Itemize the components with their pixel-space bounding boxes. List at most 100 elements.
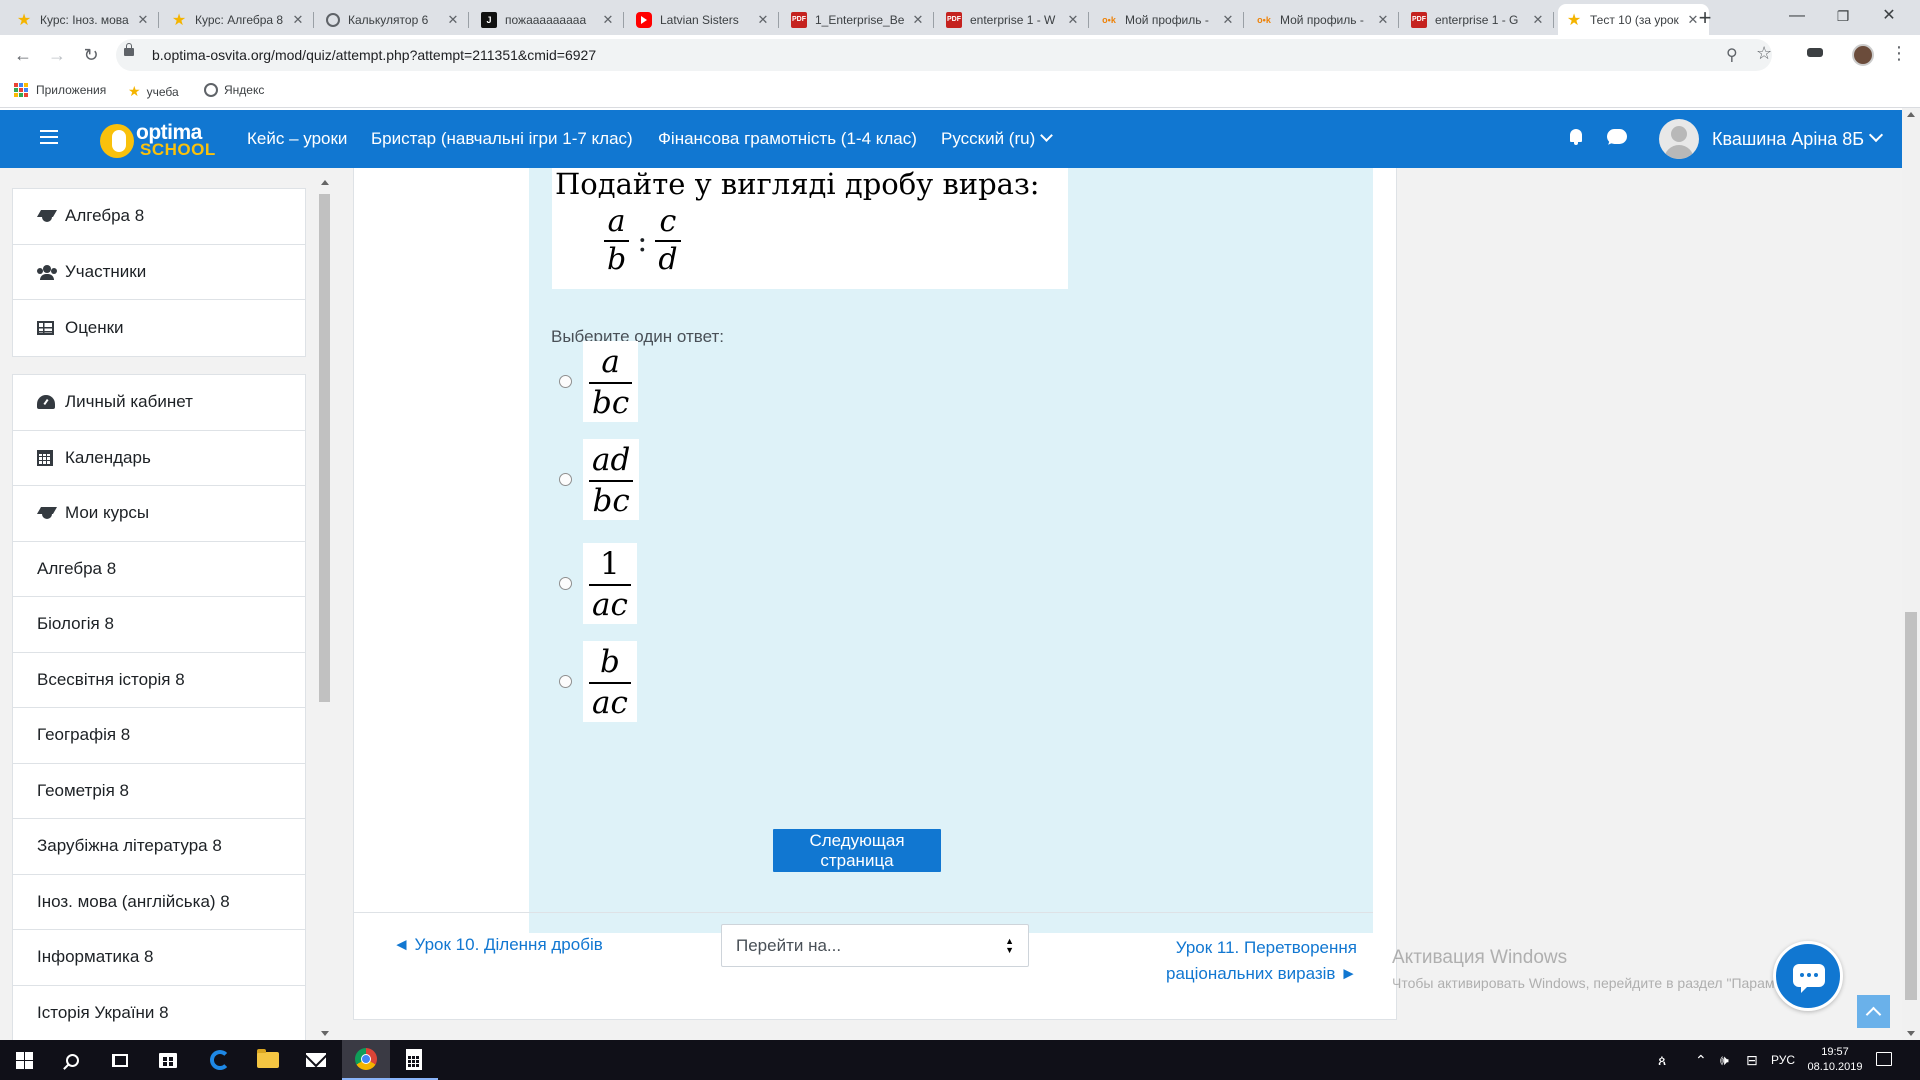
drawer-scrollbar[interactable] (318, 178, 330, 1040)
answer-option-2[interactable]: ad bc (551, 439, 640, 520)
drawer-item-algebra8-course[interactable]: Алгебра 8 (13, 189, 305, 245)
windows-start-icon[interactable] (0, 1040, 48, 1080)
address-bar[interactable]: b.optima-osvita.org/mod/quiz/attempt.php… (116, 39, 1772, 71)
answer-option-4[interactable]: b ac (551, 641, 637, 722)
answer-radio[interactable] (559, 375, 572, 388)
scroll-up-arrow-icon[interactable] (321, 180, 329, 185)
drawer-item-participants[interactable]: Участники (13, 245, 305, 300)
language-menu[interactable]: Русский ‎(ru)‎ (941, 129, 1054, 149)
answer-fraction[interactable]: a bc (583, 341, 639, 422)
drawer-course-geography8[interactable]: Географія 8 (13, 708, 305, 764)
answer-fraction[interactable]: ad bc (583, 439, 640, 520)
answer-radio[interactable] (559, 473, 572, 486)
close-window-button[interactable]: ✕ (1866, 3, 1912, 29)
answer-fraction[interactable]: 1 ac (583, 543, 637, 624)
new-tab-button[interactable]: + (1693, 5, 1717, 31)
search-icon[interactable] (48, 1040, 96, 1080)
browser-tab-3[interactable]: Калькулятор 6 ✕ (318, 4, 469, 35)
drawer-scrollbar-thumb[interactable] (319, 194, 330, 702)
tab-close-icon[interactable]: ✕ (445, 12, 461, 28)
back-to-top-button[interactable] (1857, 995, 1890, 1028)
drawer-item-calendar[interactable]: Календарь (13, 431, 305, 486)
previous-activity-link[interactable]: ◄ Урок 10. Ділення дробів (393, 935, 603, 955)
drawer-course-world-history8[interactable]: Всесвітня історія 8 (13, 653, 305, 708)
bookmark-star-icon[interactable]: ☆ (1756, 43, 1772, 64)
scroll-down-arrow-icon[interactable] (1907, 1031, 1915, 1036)
drawer-item-dashboard[interactable]: Личный кабинет (13, 375, 305, 431)
drawer-course-english8[interactable]: Іноз. мова (англійська) 8 (13, 875, 305, 930)
nav-link-financial-literacy[interactable]: Фінансова грамотність (1-4 клас) (658, 129, 917, 149)
answer-fraction[interactable]: b ac (583, 641, 637, 722)
browser-tab-1[interactable]: ★ Курс: Іноз. мова ✕ (8, 4, 159, 35)
input-language[interactable]: РУС (1771, 1040, 1795, 1080)
next-activity-link-line2[interactable]: раціональних виразів ► (1140, 961, 1357, 987)
page-scrollbar-thumb[interactable] (1905, 612, 1917, 1000)
drawer-course-history-ukraine8[interactable]: Історія України 8 (13, 986, 305, 1041)
tab-close-icon[interactable]: ✕ (600, 12, 616, 28)
nav-link-keys-uroky[interactable]: Кейс – уроки (247, 129, 347, 149)
drawer-item-my-courses[interactable]: Мои курсы (13, 486, 305, 542)
bookmark-ucheba[interactable]: ★ учеба (128, 83, 179, 100)
drawer-course-algebra8[interactable]: Алгебра 8 (13, 542, 305, 597)
tab-close-icon[interactable]: ✕ (1530, 12, 1546, 28)
messages-chat-icon[interactable] (1607, 129, 1627, 144)
browser-tab-9[interactable]: o•k Мой профиль - ✕ (1248, 4, 1399, 35)
reload-button[interactable]: ↻ (78, 42, 104, 68)
scroll-up-arrow-icon[interactable] (1907, 112, 1915, 117)
user-avatar[interactable] (1659, 119, 1699, 159)
browser-tab-2[interactable]: ★ Курс: Алгебра 8 ✕ (163, 4, 314, 35)
tab-close-icon[interactable]: ✕ (1065, 12, 1081, 28)
browser-tab-5[interactable]: Latvian Sisters ✕ (628, 4, 779, 35)
chat-widget-button[interactable] (1773, 941, 1843, 1011)
tab-close-icon[interactable]: ✕ (755, 12, 771, 28)
menu-toggle-icon[interactable] (40, 130, 58, 144)
drawer-item-grades[interactable]: Оценки (13, 300, 305, 356)
browser-tab-4[interactable]: Jпожааааааааа ✕ (473, 4, 624, 35)
calculator-icon[interactable] (390, 1040, 438, 1080)
browser-tab-11[interactable]: ★ Тест 10 (за урок ✕ (1558, 4, 1709, 35)
chrome-menu-icon[interactable]: ⋮ (1890, 43, 1908, 64)
file-explorer-icon[interactable] (244, 1040, 292, 1080)
task-view-icon[interactable] (96, 1040, 144, 1080)
bookmark-yandex[interactable]: Яндекс (204, 83, 264, 97)
tray-up-chevron-icon[interactable]: ⌃ (1695, 1040, 1707, 1080)
browser-tab-7[interactable]: PDF enterprise 1 - W ✕ (938, 4, 1089, 35)
volume-icon[interactable]: 🕪 (1720, 1040, 1729, 1080)
clock[interactable]: 19:57 08.10.2019 (1800, 1045, 1870, 1075)
drawer-course-informatics8[interactable]: Інформатика 8 (13, 930, 305, 986)
drawer-course-foreign-literature8[interactable]: Зарубіжна література 8 (13, 819, 305, 875)
store-icon[interactable] (144, 1040, 192, 1080)
next-page-button[interactable]: Следующая страница (773, 829, 941, 872)
browser-tab-10[interactable]: PDF enterprise 1 - G ✕ (1403, 4, 1554, 35)
jump-to-select[interactable]: Перейти на... ▲ ▼ (721, 924, 1029, 967)
forward-button[interactable]: → (44, 42, 70, 68)
browser-tab-6[interactable]: PDF 1_Enterprise_Be ✕ (783, 4, 934, 35)
network-icon[interactable]: ⊟ (1746, 1040, 1758, 1080)
answer-radio[interactable] (559, 577, 572, 590)
action-center-icon[interactable] (1876, 1052, 1892, 1066)
tab-close-icon[interactable]: ✕ (910, 12, 926, 28)
back-button[interactable]: ← (10, 42, 36, 68)
user-name[interactable]: Квашина Аріна 8Б (1712, 129, 1864, 150)
browser-tab-8[interactable]: o•k Мой профиль - ✕ (1093, 4, 1244, 35)
drawer-course-biology8[interactable]: Біологія 8 (13, 597, 305, 653)
answer-radio[interactable] (559, 675, 572, 688)
tab-close-icon[interactable]: ✕ (1220, 12, 1236, 28)
site-logo[interactable]: optima SCHOOL (100, 120, 220, 159)
next-activity-link[interactable]: Урок 11. Перетворення раціональних вираз… (1140, 935, 1357, 987)
incognito-extension-icon[interactable] (1807, 48, 1823, 57)
tab-close-icon[interactable]: ✕ (1375, 12, 1391, 28)
notifications-bell-icon[interactable] (1568, 128, 1584, 146)
answer-option-1[interactable]: a bc (551, 341, 639, 422)
mail-icon[interactable] (292, 1040, 340, 1080)
bookmark-apps[interactable]: Приложения (14, 83, 106, 97)
restore-button[interactable]: ❐ (1820, 3, 1866, 29)
drawer-course-geometry8[interactable]: Геометрія 8 (13, 764, 305, 819)
edge-icon[interactable] (196, 1040, 244, 1080)
next-activity-link-line1[interactable]: Урок 11. Перетворення (1140, 935, 1357, 961)
profile-avatar[interactable] (1852, 44, 1874, 66)
scroll-down-arrow-icon[interactable] (321, 1031, 329, 1036)
nav-link-bristar[interactable]: Бристар (навчальні ігри 1-7 клас) (371, 129, 633, 149)
tab-close-icon[interactable]: ✕ (290, 12, 306, 28)
answer-option-3[interactable]: 1 ac (551, 543, 637, 624)
